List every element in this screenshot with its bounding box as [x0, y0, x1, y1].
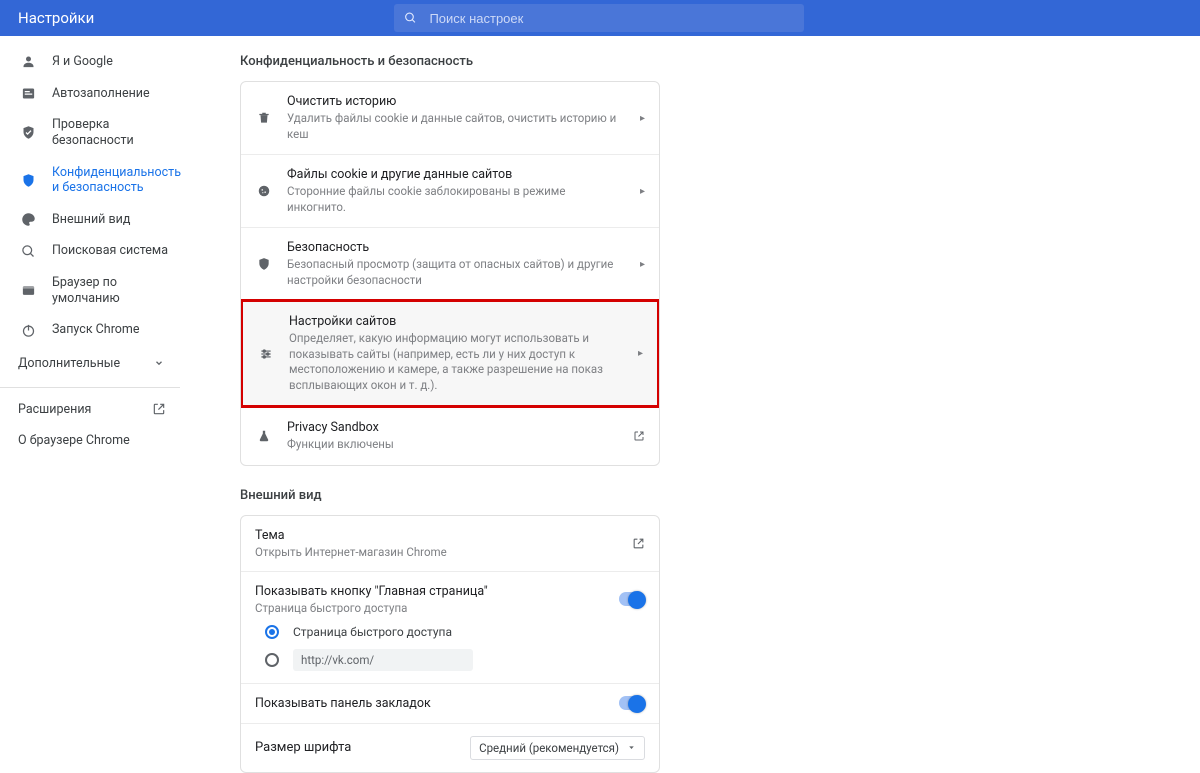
radio-label: Страница быстрого доступа: [293, 625, 452, 639]
section-title-privacy: Конфиденциальность и безопасность: [240, 54, 1200, 69]
person-icon: [20, 54, 36, 69]
url-value: http://vk.com/: [301, 653, 374, 667]
power-icon: [20, 323, 36, 338]
privacy-card: Очистить историю Удалить файлы cookie и …: [240, 81, 660, 466]
sidebar-item-you-and-google[interactable]: Я и Google: [0, 46, 180, 78]
row-bookmarks-bar: Показывать панель закладок: [241, 683, 659, 723]
page-title: Настройки: [18, 9, 94, 27]
row-title: Очистить историю: [287, 94, 626, 109]
row-title: Тема: [255, 528, 447, 543]
browser-icon: [20, 283, 36, 298]
open-in-new-icon: [152, 402, 166, 416]
search-box[interactable]: [394, 4, 804, 32]
select-value: Средний (рекомендуется): [479, 741, 619, 755]
divider: [0, 387, 180, 388]
row-subtitle: Открыть Интернет-магазин Chrome: [255, 545, 447, 559]
sidebar-about[interactable]: О браузере Chrome: [0, 425, 180, 456]
search-icon: [404, 11, 417, 25]
sidebar-item-privacy[interactable]: Конфиденциальность и безопасность: [0, 157, 180, 204]
row-subtitle: Удалить файлы cookie и данные сайтов, оч…: [287, 111, 626, 142]
chevron-down-icon: [627, 743, 636, 752]
sidebar-item-label: Конфиденциальность и безопасность: [52, 165, 181, 196]
shield-icon: [20, 173, 36, 188]
sidebar-item-label: Запуск Chrome: [52, 322, 170, 338]
search-icon: [20, 244, 36, 259]
chevron-right-icon: ▸: [638, 348, 643, 359]
sidebar-item-label: Проверка безопасности: [52, 117, 170, 148]
row-subtitle: Функции включены: [287, 437, 619, 453]
open-in-new-icon: [633, 430, 645, 442]
font-size-select[interactable]: Средний (рекомендуется): [470, 736, 645, 760]
sidebar: Я и Google Автозаполнение Проверка безоп…: [0, 36, 180, 773]
sidebar-about-label: О браузере Chrome: [18, 433, 130, 448]
row-title: Показывать панель закладок: [255, 696, 431, 711]
sidebar-item-label: Поисковая система: [52, 243, 170, 259]
row-font-size: Размер шрифта Средний (рекомендуется): [241, 723, 659, 772]
sidebar-item-autofill[interactable]: Автозаполнение: [0, 78, 180, 110]
row-subtitle: Безопасный просмотр (защита от опасных с…: [287, 257, 626, 288]
sidebar-item-default-browser[interactable]: Браузер по умолчанию: [0, 267, 180, 314]
sidebar-item-label: Внешний вид: [52, 212, 170, 228]
autofill-icon: [20, 86, 36, 101]
radio-custom-url[interactable]: [265, 653, 279, 667]
sidebar-item-label: Браузер по умолчанию: [52, 275, 170, 306]
row-subtitle: Страница быстрого доступа: [255, 601, 488, 615]
row-site-settings[interactable]: Настройки сайтов Определяет, какую инфор…: [240, 299, 660, 408]
sidebar-extensions-label: Расширения: [18, 402, 91, 417]
toggle-home-button[interactable]: [619, 592, 645, 606]
sidebar-item-search-engine[interactable]: Поисковая система: [0, 235, 180, 267]
tune-icon: [257, 347, 275, 361]
row-security[interactable]: Безопасность Безопасный просмотр (защита…: [241, 227, 659, 300]
sidebar-advanced-label: Дополнительные: [18, 356, 120, 371]
row-theme[interactable]: Тема Открыть Интернет-магазин Chrome: [241, 516, 659, 571]
chevron-right-icon: ▸: [640, 113, 645, 124]
palette-icon: [20, 212, 36, 227]
row-home-button: Показывать кнопку "Главная страница" Стр…: [241, 571, 659, 683]
row-title: Размер шрифта: [255, 740, 351, 755]
sidebar-item-label: Автозаполнение: [52, 86, 170, 102]
open-in-new-icon: [632, 537, 645, 550]
appearance-card: Тема Открыть Интернет-магазин Chrome Пок…: [240, 515, 660, 773]
row-title: Privacy Sandbox: [287, 420, 619, 435]
row-title: Настройки сайтов: [289, 314, 624, 329]
chevron-down-icon: [154, 358, 164, 368]
cookie-icon: [255, 184, 273, 198]
search-input[interactable]: [429, 11, 804, 26]
row-subtitle: Определяет, какую информацию могут испол…: [289, 331, 624, 393]
row-privacy-sandbox[interactable]: Privacy Sandbox Функции включены: [241, 407, 659, 465]
trash-icon: [255, 111, 273, 125]
row-subtitle: Сторонние файлы cookie заблокированы в р…: [287, 184, 626, 215]
sidebar-advanced[interactable]: Дополнительные: [0, 346, 180, 381]
url-input[interactable]: http://vk.com/: [293, 649, 473, 671]
row-clear-history[interactable]: Очистить историю Удалить файлы cookie и …: [241, 82, 659, 154]
sidebar-item-safety-check[interactable]: Проверка безопасности: [0, 109, 180, 156]
main-content: Конфиденциальность и безопасность Очисти…: [180, 36, 1200, 773]
row-cookies[interactable]: Файлы cookie и другие данные сайтов Стор…: [241, 154, 659, 227]
sidebar-item-on-startup[interactable]: Запуск Chrome: [0, 314, 180, 346]
app-header: Настройки: [0, 0, 1200, 36]
sidebar-extensions[interactable]: Расширения: [0, 394, 180, 425]
radio-quick-access[interactable]: [265, 625, 279, 639]
flask-icon: [255, 429, 273, 443]
toggle-bookmarks[interactable]: [619, 696, 645, 710]
security-shield-icon: [255, 257, 273, 271]
sidebar-item-appearance[interactable]: Внешний вид: [0, 204, 180, 236]
shield-check-icon: [20, 125, 36, 140]
sidebar-item-label: Я и Google: [52, 54, 170, 70]
chevron-right-icon: ▸: [640, 259, 645, 270]
row-title: Показывать кнопку "Главная страница": [255, 584, 488, 599]
chevron-right-icon: ▸: [640, 186, 645, 197]
section-title-appearance: Внешний вид: [240, 488, 1200, 503]
row-title: Безопасность: [287, 240, 626, 255]
row-title: Файлы cookie и другие данные сайтов: [287, 167, 626, 182]
